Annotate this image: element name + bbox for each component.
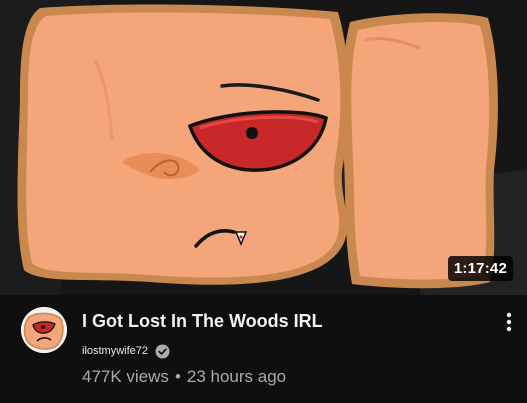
upload-age: 23 hours ago: [186, 367, 287, 386]
thumbnail-illustration: [0, 0, 527, 295]
view-count: 477K views: [82, 367, 169, 386]
video-card[interactable]: 1:17:42 I Got Lost In The Woods IRL ilos…: [0, 0, 527, 403]
channel-avatar[interactable]: [21, 307, 67, 353]
video-stats: 477K views • 23 hours ago: [82, 366, 286, 388]
channel-name[interactable]: ilostmywife72: [82, 341, 148, 361]
video-thumbnail[interactable]: 1:17:42: [0, 0, 527, 295]
kebab-menu-icon: [506, 312, 512, 332]
stats-separator: •: [174, 367, 181, 386]
video-details: I Got Lost In The Woods IRL ilostmywife7…: [0, 295, 527, 403]
video-duration-badge: 1:17:42: [447, 256, 513, 281]
video-title[interactable]: I Got Lost In The Woods IRL: [82, 309, 472, 333]
channel-avatar-cartoon-icon: [21, 307, 67, 353]
more-actions-button[interactable]: [497, 307, 521, 337]
channel-row: ilostmywife72: [82, 341, 170, 361]
verified-check-icon: [155, 343, 170, 359]
